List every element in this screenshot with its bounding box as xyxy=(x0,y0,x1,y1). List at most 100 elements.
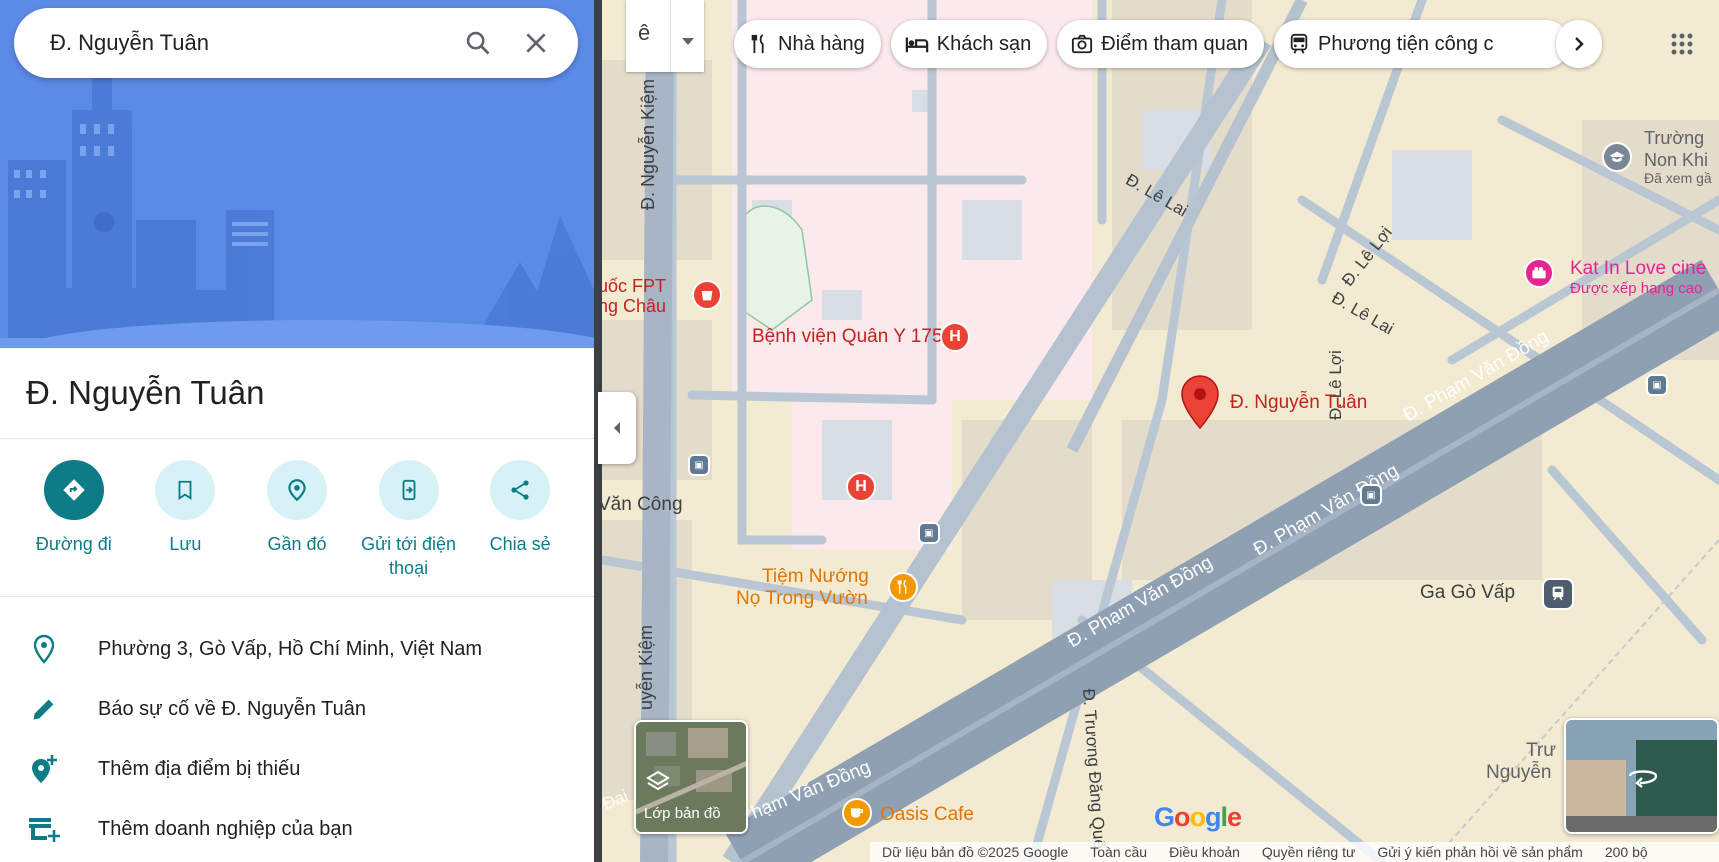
map-data-attribution: Dữ liệu bản đồ ©2025 Google xyxy=(882,844,1069,860)
rotate-360-icon xyxy=(1628,770,1658,788)
footer-link-global[interactable]: Toàn cầu xyxy=(1090,844,1147,860)
poi-label-cafe[interactable]: Oasis Cafe xyxy=(880,804,974,826)
chip-hotels[interactable]: Khách sạn xyxy=(890,20,1048,68)
map-footer: Dữ liệu bản đồ ©2025 Google Toàn cầu Điề… xyxy=(870,842,1719,862)
poi-label-station[interactable]: Ga Gò Vấp xyxy=(1420,582,1515,604)
category-chips: Nhà hàng Khách sạn Điểm tham quan Phương… xyxy=(734,20,1571,68)
divider xyxy=(670,0,671,72)
divider xyxy=(0,596,594,597)
directions-icon xyxy=(43,460,104,520)
location-pin-marker[interactable] xyxy=(1180,374,1220,435)
pencil-icon xyxy=(22,695,66,723)
chip-label: Khách sạn xyxy=(936,32,1032,55)
share-icon xyxy=(490,460,551,520)
camera-icon xyxy=(1072,34,1093,54)
chip-restaurants[interactable]: Nhà hàng xyxy=(734,20,881,68)
chips-next-button[interactable] xyxy=(1556,20,1602,68)
poi-label-fpt-2[interactable]: ng Châu xyxy=(602,296,666,317)
chip-attractions[interactable]: Điểm tham quan xyxy=(1057,20,1265,68)
chip-transit[interactable]: Phương tiện công c xyxy=(1274,20,1571,68)
action-buttons: Đường đi Lưu Gần đó Gửi tới điện thoại C… xyxy=(0,460,594,580)
language-label: ê xyxy=(638,20,651,45)
poi-label-cinema-2: Được xếp hạng cao xyxy=(1570,280,1703,297)
report-issue-text: Báo sự cố về Đ. Nguyễn Tuân xyxy=(98,697,366,720)
search-box[interactable] xyxy=(14,8,578,78)
search-input[interactable] xyxy=(50,30,442,56)
street-label-nguyen-kiem-lower: uyễn Kiệm xyxy=(636,624,656,710)
poi-label-restaurant-2[interactable]: Nọ Trong Vườn xyxy=(736,588,868,610)
map-base xyxy=(602,0,1719,862)
street-label-van-cong: Văn Công xyxy=(602,494,683,515)
restaurant-icon[interactable] xyxy=(888,572,918,602)
bus-stop-icon[interactable]: ▣ xyxy=(688,454,710,476)
save-button[interactable]: Lưu xyxy=(130,460,240,580)
layers-label: Lớp bản đồ xyxy=(644,805,721,822)
hospital-icon[interactable]: H xyxy=(846,472,876,502)
chevron-down-icon[interactable] xyxy=(682,26,694,52)
poi-label-restaurant[interactable]: Tiệm Nướng xyxy=(762,566,869,588)
share-button[interactable]: Chia sẻ xyxy=(465,460,575,580)
poi-label-school-2[interactable]: Non Khi xyxy=(1644,150,1708,171)
street-view-thumbnail[interactable] xyxy=(1564,718,1719,834)
poi-label-school-3: Đã xem gầ xyxy=(1644,170,1712,186)
layers-icon xyxy=(646,770,670,791)
nearby-label: Gần đó xyxy=(267,534,327,554)
scale-label[interactable]: 200 bộ xyxy=(1605,844,1648,860)
report-issue-row[interactable]: Báo sự cố về Đ. Nguyễn Tuân xyxy=(0,680,594,738)
chip-label: Điểm tham quan xyxy=(1101,32,1249,55)
poi-label-cinema[interactable]: Kat In Love cine xyxy=(1570,258,1706,280)
collapse-panel-button[interactable] xyxy=(598,392,636,464)
chip-label: Phương tiện công c xyxy=(1318,32,1494,55)
restaurant-icon xyxy=(751,34,764,54)
address-row[interactable]: Phường 3, Gò Vấp, Hồ Chí Minh, Việt Nam xyxy=(0,620,594,678)
cinema-icon[interactable] xyxy=(1524,258,1554,288)
google-logo: Google xyxy=(1154,802,1242,832)
footer-link-privacy[interactable]: Quyền riêng tư xyxy=(1262,844,1355,860)
bus-stop-icon[interactable]: ▣ xyxy=(918,522,940,544)
map-canvas[interactable]: Đ. Nguyễn Kiệm uyễn Kiệm Đ. Lê Lai Đ. Lê… xyxy=(602,0,1719,862)
add-place-icon xyxy=(22,753,66,785)
search-icon[interactable] xyxy=(456,21,500,65)
pin-label[interactable]: Đ. Nguyễn Tuân xyxy=(1230,392,1367,414)
chevron-left-icon xyxy=(614,422,620,434)
add-business-text: Thêm doanh nghiệp của bạn xyxy=(98,817,353,840)
address-text: Phường 3, Gò Vấp, Hồ Chí Minh, Việt Nam xyxy=(98,637,483,660)
directions-label: Đường đi xyxy=(35,534,112,554)
poi-label-school[interactable]: Trường xyxy=(1644,128,1704,149)
language-button[interactable]: ê xyxy=(626,0,704,72)
share-label: Chia sẻ xyxy=(489,534,551,554)
place-panel: Đ. Nguyễn Tuân Đường đi Lưu Gần đó xyxy=(0,0,594,862)
add-missing-place-row[interactable]: Thêm địa điểm bị thiếu xyxy=(0,740,594,798)
footer-link-feedback[interactable]: Gửi ý kiến phản hồi về sản phẩm xyxy=(1377,844,1583,860)
map-layers-button[interactable]: Lớp bản đồ xyxy=(634,720,748,834)
bookmark-icon xyxy=(155,460,216,520)
bus-stop-icon[interactable]: ▣ xyxy=(1646,374,1668,396)
street-label-nguyen-kiem: Đ. Nguyễn Kiệm xyxy=(638,78,658,210)
fpt-shop-icon[interactable] xyxy=(692,280,722,310)
divider xyxy=(0,438,594,439)
footer-link-terms[interactable]: Điều khoản xyxy=(1169,844,1240,860)
close-icon[interactable] xyxy=(514,21,558,65)
directions-button[interactable]: Đường đi xyxy=(19,460,129,580)
poi-label-hospital[interactable]: Bệnh viện Quân Y 175 xyxy=(752,326,943,348)
hospital-icon[interactable]: H xyxy=(940,322,970,352)
chip-label: Nhà hàng xyxy=(778,32,865,55)
nearby-button[interactable]: Gần đó xyxy=(242,460,352,580)
send-to-phone-button[interactable]: Gửi tới điện thoại xyxy=(354,460,464,580)
cafe-icon[interactable] xyxy=(842,798,872,828)
send-to-phone-label: Gửi tới điện thoại xyxy=(361,534,457,578)
transit-icon xyxy=(1290,33,1308,54)
train-station-icon[interactable] xyxy=(1542,578,1574,610)
bus-stop-icon[interactable]: ▣ xyxy=(1360,484,1382,506)
poi-label-fpt[interactable]: uốc FPT xyxy=(602,276,666,297)
chevron-right-icon xyxy=(1575,37,1584,51)
add-business-icon xyxy=(22,814,66,844)
add-business-row[interactable]: Thêm doanh nghiệp của bạn xyxy=(0,800,594,858)
apps-grid-icon[interactable] xyxy=(1660,22,1704,66)
school-icon[interactable] xyxy=(1602,142,1632,172)
hotel-icon xyxy=(905,37,929,53)
poi-label-tru: Trư xyxy=(1526,740,1556,761)
location-pin-icon xyxy=(22,634,66,664)
save-label: Lưu xyxy=(169,534,202,554)
nearby-icon xyxy=(266,460,327,520)
